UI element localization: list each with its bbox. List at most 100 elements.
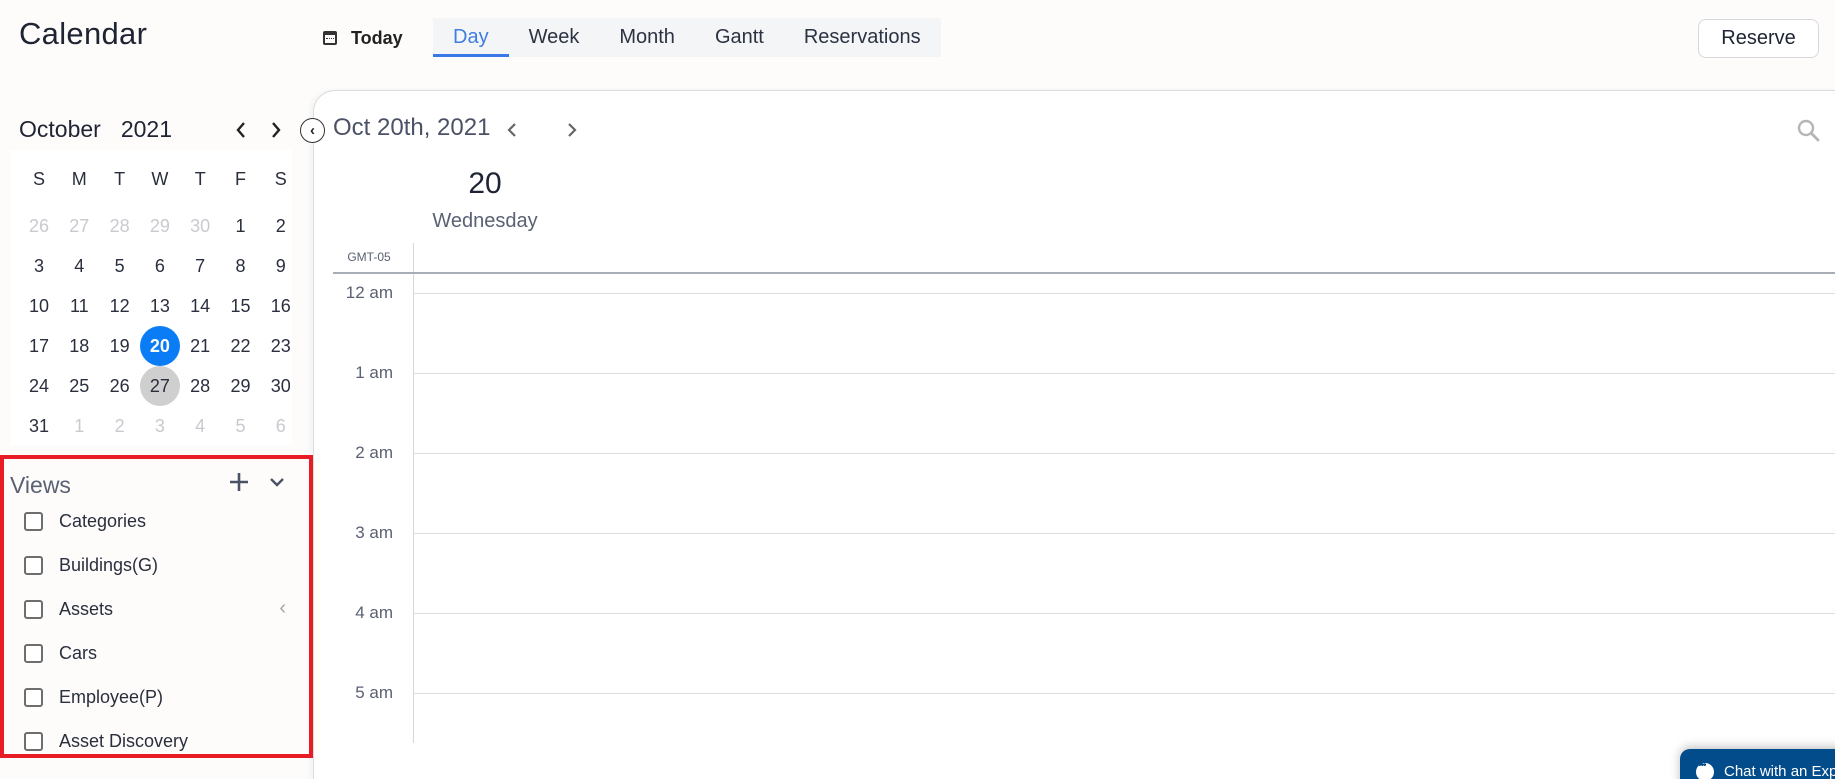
mini-calendar-header: October 2021 (19, 116, 172, 143)
mini-calendar-day[interactable]: 2 (100, 406, 140, 446)
mini-calendar-day[interactable]: 16 (261, 286, 301, 326)
time-slot[interactable] (414, 614, 1835, 693)
mini-calendar-month[interactable]: October (19, 116, 101, 143)
mini-calendar-day[interactable]: 18 (59, 326, 99, 366)
mini-calendar-day[interactable]: 29 (140, 206, 180, 246)
mini-calendar-day[interactable]: 1 (59, 406, 99, 446)
mini-calendar-day[interactable]: 28 (180, 366, 220, 406)
view-checkbox[interactable] (24, 555, 43, 575)
mini-calendar-day[interactable]: 29 (221, 366, 261, 406)
chat-bubble-icon (1696, 760, 1714, 779)
view-label: Cars (59, 642, 98, 663)
view-label: Buildings(G) (59, 554, 159, 575)
mini-calendar-day[interactable]: 8 (221, 246, 261, 286)
weekday-header: F (235, 168, 246, 189)
view-item-buildings-g[interactable]: Buildings(G) (24, 549, 294, 581)
mini-calendar-day[interactable]: 7 (180, 246, 220, 286)
chevron-left-icon: ‹ (310, 122, 315, 139)
add-view-button[interactable] (226, 469, 252, 495)
collapse-views-button[interactable] (266, 471, 288, 493)
search-button[interactable] (1796, 118, 1820, 142)
mini-calendar-day[interactable]: 12 (100, 286, 140, 326)
mini-calendar-day[interactable]: 14 (180, 286, 220, 326)
mini-calendar-day[interactable]: 23 (261, 326, 301, 366)
mini-calendar-day[interactable]: 5 (221, 406, 261, 446)
time-slot[interactable] (414, 694, 1835, 773)
today-button[interactable]: Today (323, 24, 403, 52)
chevron-left-icon (507, 123, 516, 137)
view-checkbox[interactable] (24, 599, 43, 619)
mini-calendar-prev-button[interactable] (230, 116, 252, 144)
chevron-left-icon[interactable]: ‹ (279, 597, 286, 620)
mini-calendar-grid: S M T W T F S 26 27 28 29 30 1 2 3 4 5 6 7 8 9 10 11 12 13 14 15 16… (10, 150, 292, 445)
mini-calendar-day[interactable]: 27 (59, 206, 99, 246)
reserve-button[interactable]: Reserve (1698, 19, 1819, 58)
view-checkbox[interactable] (24, 511, 43, 531)
tab-day[interactable]: Day (433, 18, 509, 57)
mini-calendar-day[interactable]: 19 (100, 326, 140, 366)
mini-calendar-day[interactable]: 4 (59, 246, 99, 286)
mini-calendar-day[interactable]: 22 (221, 326, 261, 366)
time-slot[interactable] (414, 294, 1835, 373)
mini-calendar-day[interactable]: 30 (261, 366, 301, 406)
mini-calendar-day[interactable]: 28 (100, 206, 140, 246)
mini-calendar-day[interactable]: 11 (59, 286, 99, 326)
mini-calendar-day[interactable]: 3 (140, 406, 180, 446)
hour-label: 3 am (355, 523, 393, 542)
view-label: Employee(P) (59, 686, 164, 707)
mini-calendar-day-selected[interactable]: 20 (139, 326, 180, 366)
mini-calendar-day[interactable]: 13 (140, 286, 180, 326)
mini-calendar-day[interactable]: 15 (221, 286, 261, 326)
weekday-header: T (194, 168, 206, 189)
tab-gantt[interactable]: Gantt (695, 18, 784, 57)
mini-calendar-day[interactable]: 10 (19, 286, 59, 326)
mini-calendar-day[interactable]: 2 (261, 206, 301, 246)
mini-calendar-day[interactable]: 31 (19, 406, 59, 446)
mini-calendar-day[interactable]: 4 (180, 406, 220, 446)
today-label: Today (351, 27, 403, 48)
mini-calendar-day[interactable]: 27 (139, 366, 180, 406)
mini-calendar-day[interactable]: 26 (100, 366, 140, 406)
mini-calendar-day[interactable]: 1 (221, 206, 261, 246)
mini-calendar-year[interactable]: 2021 (121, 116, 172, 143)
view-item-employee-p[interactable]: Employee(P) (24, 681, 294, 713)
mini-calendar-day[interactable]: 25 (59, 366, 99, 406)
mini-calendar-next-button[interactable] (265, 116, 287, 144)
mini-calendar-day[interactable]: 9 (261, 246, 301, 286)
mini-calendar-day[interactable]: 5 (100, 246, 140, 286)
view-checkbox[interactable] (24, 731, 43, 751)
weekday-header: S (274, 168, 287, 189)
collapse-sidebar-button[interactable]: ‹ (300, 118, 325, 143)
day-name: Wednesday (432, 210, 538, 232)
tab-reservations[interactable]: Reservations (784, 18, 941, 57)
view-item-assets[interactable]: Assets ‹ (24, 593, 294, 625)
view-item-categories[interactable]: Categories (24, 505, 294, 537)
mini-calendar-day[interactable]: 3 (19, 246, 59, 286)
chat-with-expert-button[interactable]: Chat with an Expert (1680, 749, 1835, 779)
time-slot[interactable] (414, 374, 1835, 453)
chevron-right-icon (272, 122, 281, 138)
time-slot[interactable] (414, 534, 1835, 613)
mini-calendar-day[interactable]: 17 (19, 326, 59, 366)
chevron-down-icon (270, 478, 284, 487)
view-checkbox[interactable] (24, 643, 43, 663)
view-label: Assets (59, 598, 114, 619)
view-item-asset-discovery[interactable]: Asset Discovery (24, 725, 294, 754)
view-checkbox[interactable] (24, 687, 43, 707)
mini-calendar-day[interactable]: 6 (261, 406, 301, 446)
weekday-header: T (114, 168, 126, 189)
tab-month[interactable]: Month (599, 18, 695, 57)
mini-calendar-day[interactable]: 6 (140, 246, 180, 286)
mini-calendar-day[interactable]: 26 (19, 206, 59, 246)
app-title: Calendar (19, 16, 148, 51)
tab-week[interactable]: Week (509, 18, 600, 57)
view-label: Categories (59, 510, 147, 531)
previous-day-button[interactable] (500, 116, 524, 144)
time-slot[interactable] (414, 454, 1835, 533)
calendar-icon (323, 31, 337, 45)
view-item-cars[interactable]: Cars (24, 637, 294, 669)
mini-calendar-day[interactable]: 21 (180, 326, 220, 366)
mini-calendar-day[interactable]: 30 (180, 206, 220, 246)
mini-calendar-day[interactable]: 24 (19, 366, 59, 406)
next-day-button[interactable] (560, 116, 584, 144)
